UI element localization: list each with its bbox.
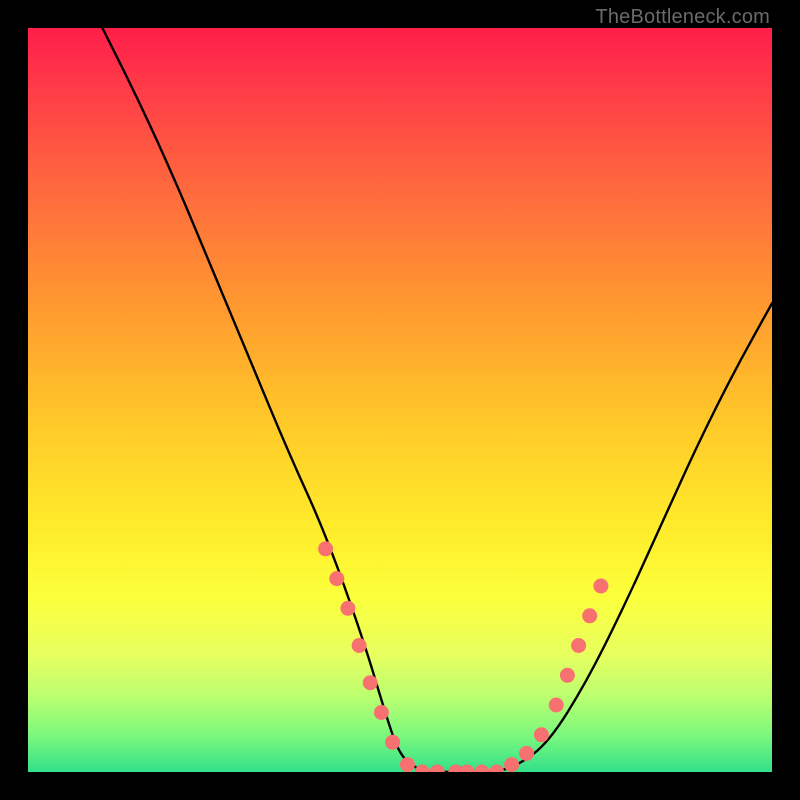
highlight-dot: [582, 608, 597, 623]
highlight-dot: [560, 668, 575, 683]
highlight-dot: [340, 601, 355, 616]
highlight-dot: [400, 757, 415, 772]
bottleneck-curve: [102, 28, 772, 772]
highlight-dot: [593, 579, 608, 594]
highlight-dot: [489, 765, 504, 773]
attribution-text: TheBottleneck.com: [595, 6, 770, 29]
highlight-dots-group: [318, 541, 608, 772]
highlight-dot: [519, 746, 534, 761]
highlight-dot: [430, 765, 445, 773]
highlight-dot: [504, 757, 519, 772]
highlight-dot: [329, 571, 344, 586]
highlight-dot: [352, 638, 367, 653]
highlight-dot: [363, 675, 378, 690]
highlight-dot: [385, 735, 400, 750]
highlight-dot: [415, 765, 430, 773]
highlight-dot: [460, 765, 475, 773]
highlight-dot: [534, 727, 549, 742]
chart-frame: TheBottleneck.com: [0, 0, 800, 800]
highlight-dot: [571, 638, 586, 653]
highlight-dot: [318, 541, 333, 556]
chart-plot-area: [28, 28, 772, 772]
highlight-dot: [549, 698, 564, 713]
chart-svg: [28, 28, 772, 772]
highlight-dot: [474, 765, 489, 773]
highlight-dot: [374, 705, 389, 720]
